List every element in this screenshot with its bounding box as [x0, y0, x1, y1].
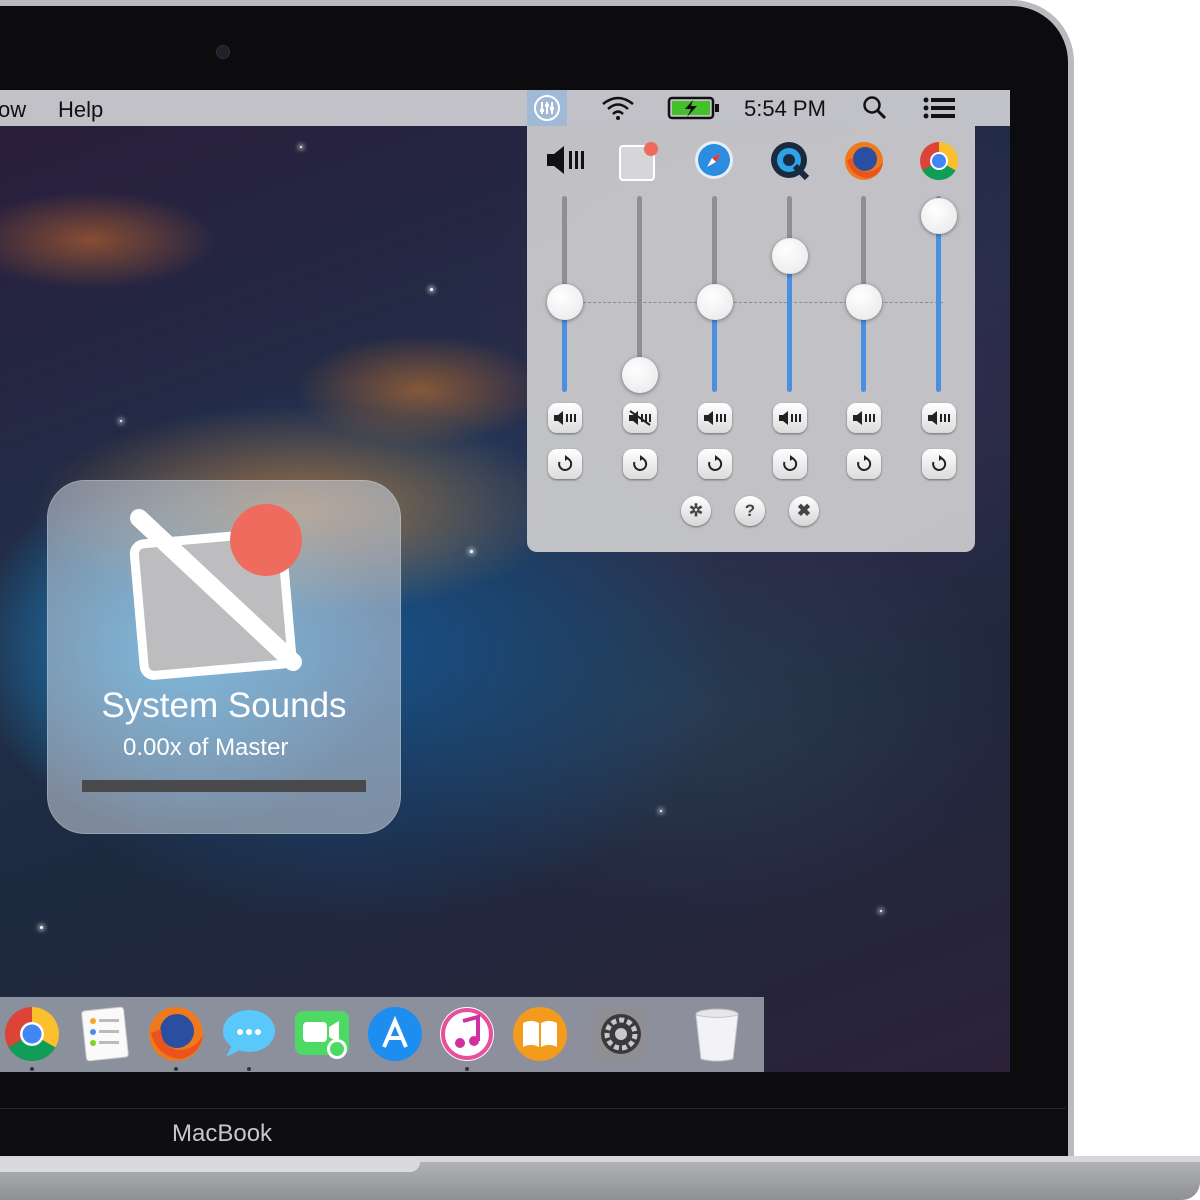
- slider-fill: [936, 214, 941, 392]
- reset-icon: [558, 455, 573, 471]
- firefox-reset-button[interactable]: [847, 449, 881, 479]
- bezel-chin: [0, 1072, 1066, 1110]
- running-indicator: [174, 1067, 178, 1071]
- system-sounds-knob[interactable]: [622, 357, 658, 393]
- running-indicator: [247, 1067, 251, 1071]
- safari-mute-button[interactable]: [698, 403, 732, 433]
- star: [300, 146, 302, 148]
- running-indicator: [30, 1067, 34, 1071]
- slider-fill: [787, 254, 792, 392]
- chrome-volume-knob[interactable]: [921, 198, 957, 234]
- settings-button[interactable]: ✲: [681, 496, 711, 526]
- quicktime-volume-slider[interactable]: [787, 196, 792, 392]
- itunes-icon[interactable]: [438, 1005, 496, 1063]
- star: [40, 926, 43, 929]
- facetime-icon[interactable]: [293, 1005, 351, 1063]
- app-store-icon[interactable]: [366, 1005, 424, 1063]
- dock: [0, 997, 764, 1072]
- reset-icon: [857, 455, 872, 471]
- firefox-volume-knob[interactable]: [846, 284, 882, 320]
- volume-hud: System Sounds 0.00x of Master: [47, 480, 401, 834]
- quicktime-mute-button[interactable]: [773, 403, 807, 433]
- system-sounds-muted-icon: [129, 504, 302, 680]
- system-preferences-icon[interactable]: [592, 1005, 650, 1063]
- mixer-icon[interactable]: [527, 90, 567, 126]
- speaker-icon: [554, 411, 576, 425]
- chrome-mute-button[interactable]: [922, 403, 956, 433]
- quicktime-icon: [769, 140, 810, 181]
- menu-help[interactable]: Help: [58, 97, 103, 123]
- chrome-icon[interactable]: [3, 1005, 61, 1063]
- firefox-icon: [843, 140, 883, 180]
- reminders-icon[interactable]: [76, 1005, 134, 1063]
- bezel-chin-lower: [0, 1108, 1066, 1159]
- close-icon: ✖: [796, 501, 812, 520]
- help-icon: ?: [744, 501, 756, 520]
- speaker-icon: [853, 411, 875, 425]
- laptop-hinge-notch: [0, 1158, 420, 1172]
- volume-mixer-panel: ✲ ? ✖: [527, 126, 975, 552]
- master-reset-button[interactable]: [548, 449, 582, 479]
- menu-window[interactable]: ow: [0, 97, 26, 123]
- chrome-reset-button[interactable]: [922, 449, 956, 479]
- master-mute-button[interactable]: [548, 403, 582, 433]
- menu-bar: ow Help 5:54 PM: [0, 90, 1010, 126]
- speaker-icon: [704, 411, 726, 425]
- star: [430, 288, 433, 291]
- reset-icon: [633, 455, 648, 471]
- quicktime-reset-button[interactable]: [773, 449, 807, 479]
- firefox-mute-button[interactable]: [847, 403, 881, 433]
- master-volume-knob[interactable]: [547, 284, 583, 320]
- hud-subtitle: 0.00x of Master: [123, 734, 289, 761]
- reset-icon: [708, 455, 723, 471]
- settings-icon: ✲: [688, 501, 704, 520]
- camera-icon: [216, 45, 230, 59]
- speaker-muted-icon: [629, 410, 651, 426]
- star: [660, 810, 662, 812]
- wifi-icon[interactable]: [598, 90, 638, 126]
- safari-icon: [694, 140, 734, 180]
- star: [120, 420, 122, 422]
- quicktime-volume-knob[interactable]: [772, 238, 808, 274]
- speaker-icon: [928, 411, 950, 425]
- star: [470, 550, 473, 553]
- desktop-screen: ow Help 5:54 PM ✲ ? ✖ System Sounds 0.00…: [0, 90, 1010, 1072]
- notification-center-icon[interactable]: [920, 90, 960, 126]
- master-level-line: [563, 302, 943, 303]
- chrome-icon: [918, 140, 959, 181]
- system-sounds-icon: [618, 140, 658, 181]
- ibooks-icon[interactable]: [511, 1005, 569, 1063]
- menu-clock[interactable]: 5:54 PM: [744, 96, 826, 122]
- running-indicator: [465, 1067, 469, 1071]
- safari-reset-button[interactable]: [698, 449, 732, 479]
- speaker-icon: [779, 411, 801, 425]
- master-volume-icon: [545, 140, 585, 180]
- reset-icon: [932, 455, 947, 471]
- hud-level-bar: [82, 780, 366, 792]
- firefox-icon[interactable]: [147, 1005, 205, 1063]
- trash-icon[interactable]: [688, 1005, 746, 1063]
- star: [880, 910, 882, 912]
- system-sounds-reset-button[interactable]: [623, 449, 657, 479]
- safari-volume-knob[interactable]: [697, 284, 733, 320]
- messages-icon[interactable]: [220, 1005, 278, 1063]
- laptop-brand-label: MacBook: [172, 1120, 273, 1147]
- system-sounds-mute-button[interactable]: [623, 403, 657, 433]
- close-button[interactable]: ✖: [789, 496, 819, 526]
- reset-icon: [783, 455, 798, 471]
- hud-title: System Sounds: [101, 686, 347, 725]
- help-button[interactable]: ?: [735, 496, 765, 526]
- battery-charging-icon[interactable]: [666, 90, 722, 126]
- spotlight-search-icon[interactable]: [858, 90, 892, 126]
